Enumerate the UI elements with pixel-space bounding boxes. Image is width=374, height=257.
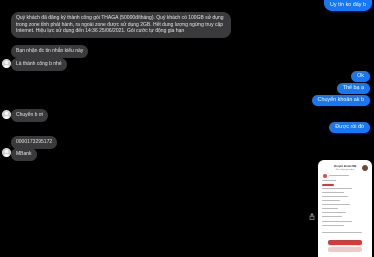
preview-text-line xyxy=(329,175,349,177)
message-outgoing[interactable]: Uy tín ko đấy b xyxy=(324,0,372,11)
preview-text-line xyxy=(322,225,344,227)
message-outgoing[interactable]: Thế bạ ạ xyxy=(336,83,370,94)
bank-logo-icon xyxy=(323,174,327,178)
preview-text-line xyxy=(322,232,362,234)
sender-avatar[interactable] xyxy=(2,148,11,157)
preview-text-line xyxy=(322,212,346,214)
chat-thread: Uy tín ko đấy b Quý khách đã đăng ký thà… xyxy=(0,0,374,257)
share-icon[interactable] xyxy=(309,213,315,220)
message-incoming[interactable]: MBank xyxy=(11,148,37,161)
preview-text-line xyxy=(322,208,338,210)
preview-text-line xyxy=(322,192,344,194)
message-outgoing[interactable]: Được rồi đó xyxy=(329,122,370,133)
preview-text-line xyxy=(322,216,342,218)
avatar-icon xyxy=(2,59,11,68)
message-incoming[interactable]: Bạn nhận đc tin nhắn kiểu này xyxy=(11,45,89,58)
preview-secondary-button xyxy=(328,247,362,252)
image-message[interactable]: Chuyển khoản MB Xác nhận giao dịch xyxy=(318,160,372,257)
message-outgoing[interactable]: Chuyển khoản ak b xyxy=(311,95,370,106)
avatar-icon xyxy=(2,148,11,157)
preview-subtitle: Xác nhận giao dịch xyxy=(335,169,355,171)
message-incoming[interactable]: Là thành công b nhé xyxy=(11,58,67,71)
message-incoming[interactable]: Chuyển b ơi xyxy=(11,109,49,122)
message-outgoing[interactable]: Ok xyxy=(351,71,370,82)
preview-text-line xyxy=(322,204,350,206)
preview-text-line xyxy=(322,196,348,198)
message-incoming[interactable]: Quý khách đã đăng ký thành công gói THAG… xyxy=(11,12,231,38)
preview-text-line xyxy=(322,200,340,202)
preview-amount xyxy=(322,184,334,186)
preview-primary-button xyxy=(328,240,362,245)
preview-avatar xyxy=(362,165,368,171)
sender-avatar[interactable] xyxy=(2,110,11,119)
sender-avatar[interactable] xyxy=(2,59,11,68)
preview-text-line xyxy=(322,221,352,223)
preview-text-line xyxy=(322,180,336,182)
avatar-icon xyxy=(2,110,11,119)
message-incoming[interactable]: 0000173295172 xyxy=(11,136,58,149)
preview-text-line xyxy=(322,188,352,190)
